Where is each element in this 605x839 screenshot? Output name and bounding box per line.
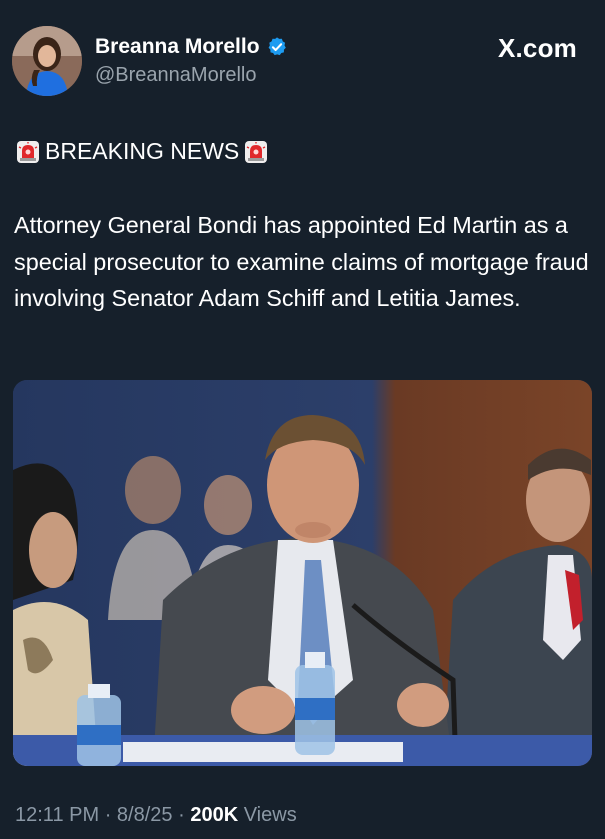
verified-badge-icon bbox=[268, 37, 286, 56]
tweet-meta: 12:11 PM · 8/8/25 · 200K Views bbox=[15, 804, 297, 827]
xcom-brand: X.com bbox=[497, 33, 577, 63]
tweet-date[interactable]: 8/8/25 bbox=[117, 804, 173, 826]
breaking-news-text: BREAKING NEWS bbox=[45, 138, 240, 164]
tweet-body-text: Attorney General Bondi has appointed Ed … bbox=[14, 212, 589, 311]
author-name-row: Breanna Morello bbox=[95, 35, 288, 59]
avatar-image bbox=[12, 26, 82, 96]
views-label: Views bbox=[243, 804, 297, 826]
police-siren-icon bbox=[245, 140, 268, 163]
author-display-name[interactable]: Breanna Morello bbox=[95, 35, 260, 59]
tweet-time[interactable]: 12:11 PM bbox=[15, 804, 99, 826]
tweet-photo[interactable] bbox=[13, 380, 592, 766]
views-count[interactable]: 200K bbox=[190, 804, 238, 826]
police-siren-icon bbox=[17, 140, 39, 163]
author-handle[interactable]: @BreannaMorello bbox=[95, 64, 257, 87]
author-avatar[interactable] bbox=[12, 26, 82, 96]
meta-separator: · bbox=[104, 804, 112, 826]
hearing-photo-image bbox=[13, 380, 592, 766]
breaking-news-line: BREAKING NEWS bbox=[15, 138, 269, 165]
meta-separator: · bbox=[178, 804, 185, 826]
